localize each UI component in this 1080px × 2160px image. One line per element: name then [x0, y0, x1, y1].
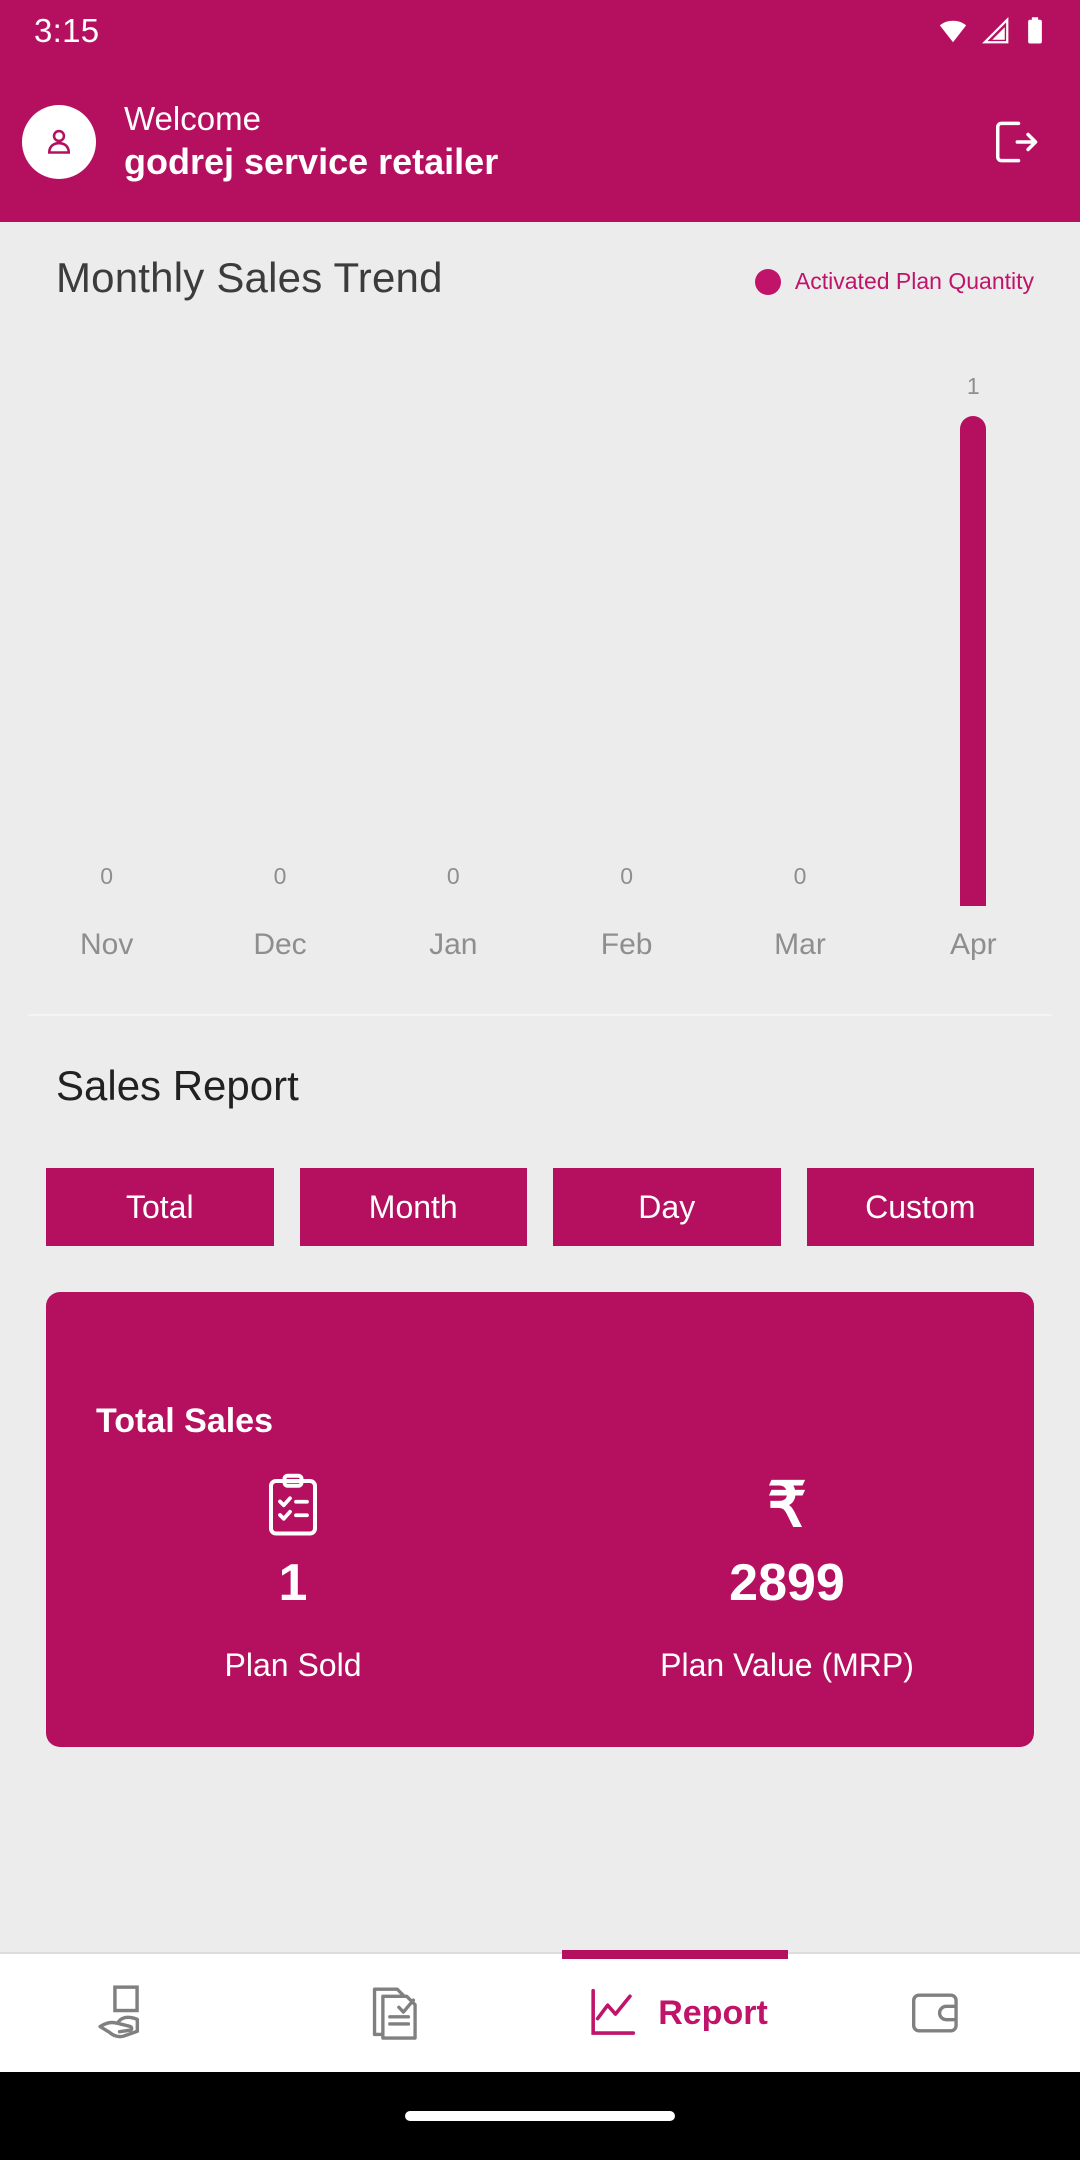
- chart-bar-value: 1: [966, 373, 980, 399]
- chart-bar-column: 1: [887, 346, 1060, 906]
- chart-bar-column: 0: [20, 346, 193, 906]
- chart-x-label: Feb: [600, 928, 653, 961]
- plan-sold-value: 1: [278, 1554, 308, 1612]
- total-sales-card: Total Sales 1 Plan Sold ₹ 2899 Plan Valu…: [46, 1292, 1034, 1747]
- chart-title: Monthly Sales Trend: [56, 254, 443, 301]
- chart-header: Monthly Sales Trend Activated Plan Quant…: [0, 254, 1080, 302]
- nav-item-sell[interactable]: [0, 1954, 270, 2072]
- chart-x-label: Mar: [774, 928, 826, 961]
- avatar[interactable]: [22, 105, 96, 179]
- logout-button[interactable]: [980, 107, 1050, 177]
- status-icons: [938, 16, 1046, 46]
- chart-bar-value: 0: [620, 863, 634, 889]
- clipboard-checklist-icon: [263, 1473, 323, 1539]
- signal-icon: [982, 17, 1009, 44]
- chart-bars: 0 0 0 0 0 1: [20, 346, 1060, 906]
- tab-month[interactable]: Month: [299, 1168, 527, 1246]
- nav-label-report: Report: [658, 1993, 768, 2032]
- chart-x-label: Nov: [79, 928, 134, 961]
- tab-custom[interactable]: Custom: [806, 1168, 1034, 1246]
- app-bar: Welcome godrej service retailer: [0, 62, 1080, 222]
- app-screen: 3:15 Welcome godrej service retailer Mon…: [0, 0, 1080, 2160]
- chart-bar-column: 0: [713, 346, 886, 906]
- system-gesture-bar: [0, 2072, 1080, 2160]
- hand-holding-card-icon: [98, 1985, 140, 2039]
- wifi-icon: [939, 20, 967, 43]
- report-period-tabs: Total Month Day Custom: [0, 1110, 1080, 1246]
- chart-bar-column: 0: [540, 346, 713, 906]
- chart-legend: Activated Plan Quantity: [754, 268, 1034, 295]
- nav-item-report[interactable]: Report: [540, 1950, 810, 2072]
- chart-x-label: Dec: [253, 928, 307, 961]
- chart-plot-area: 0 0 0 0 0 1: [0, 346, 1080, 906]
- chart-bar-value: 0: [100, 863, 114, 889]
- active-tab-indicator: [562, 1950, 788, 1959]
- chart-bar-value: 0: [793, 863, 807, 889]
- user-name: godrej service retailer: [124, 141, 499, 183]
- tab-day[interactable]: Day: [553, 1168, 781, 1246]
- plan-value-amount: 2899: [729, 1554, 845, 1612]
- nav-item-documents[interactable]: [270, 1954, 540, 2072]
- tab-total[interactable]: Total: [46, 1168, 274, 1246]
- chart-x-label: Apr: [949, 928, 997, 961]
- nav-item-wallet[interactable]: [810, 1954, 1080, 2072]
- welcome-block: Welcome godrej service retailer: [124, 98, 980, 186]
- gesture-pill[interactable]: [405, 2111, 675, 2121]
- section-divider: [28, 1014, 1052, 1016]
- chart-bar-value: 0: [446, 863, 460, 889]
- chart-bar-column: 0: [193, 346, 366, 906]
- chart-x-label: Jan: [429, 928, 478, 961]
- logout-icon: [995, 121, 1038, 163]
- document-check-icon: [372, 1987, 417, 2040]
- chart-x-axis-labels: Nov Dec Jan Feb Mar Apr: [0, 928, 1080, 962]
- status-time: 3:15: [34, 12, 100, 49]
- monthly-sales-trend-section: Monthly Sales Trend Activated Plan Quant…: [0, 222, 1080, 1016]
- welcome-label: Welcome: [124, 99, 261, 137]
- plan-sold-label: Plan Sold: [224, 1647, 362, 1683]
- chart-bar-column: 0: [367, 346, 540, 906]
- rupee-icon: ₹: [767, 1473, 806, 1539]
- status-bar: 3:15: [0, 0, 1080, 62]
- person-icon: [47, 129, 71, 154]
- plan-value-metric: ₹ 2899 Plan Value (MRP): [540, 1473, 1034, 1684]
- bottom-navigation: Report: [0, 1950, 1080, 2072]
- legend-dot-icon: [754, 268, 781, 295]
- chart-bar: [960, 416, 987, 906]
- total-sales-card-title: Total Sales: [96, 1402, 273, 1440]
- chart-line-icon: [591, 1988, 636, 2035]
- chart-bar-value: 0: [273, 863, 287, 889]
- sales-report-title: Sales Report: [56, 1062, 299, 1109]
- rupee-symbol: ₹: [767, 1471, 807, 1541]
- plan-value-label: Plan Value (MRP): [660, 1647, 914, 1683]
- battery-icon: [1028, 17, 1042, 44]
- sales-report-section: Sales Report Total Month Day Custom Total S…: [0, 1016, 1080, 1747]
- plan-sold-metric: 1 Plan Sold: [46, 1473, 540, 1684]
- total-sales-metrics: 1 Plan Sold ₹ 2899 Plan Value (MRP): [46, 1473, 1034, 1684]
- wallet-icon: [912, 1993, 958, 2033]
- legend-label: Activated Plan Quantity: [794, 268, 1034, 294]
